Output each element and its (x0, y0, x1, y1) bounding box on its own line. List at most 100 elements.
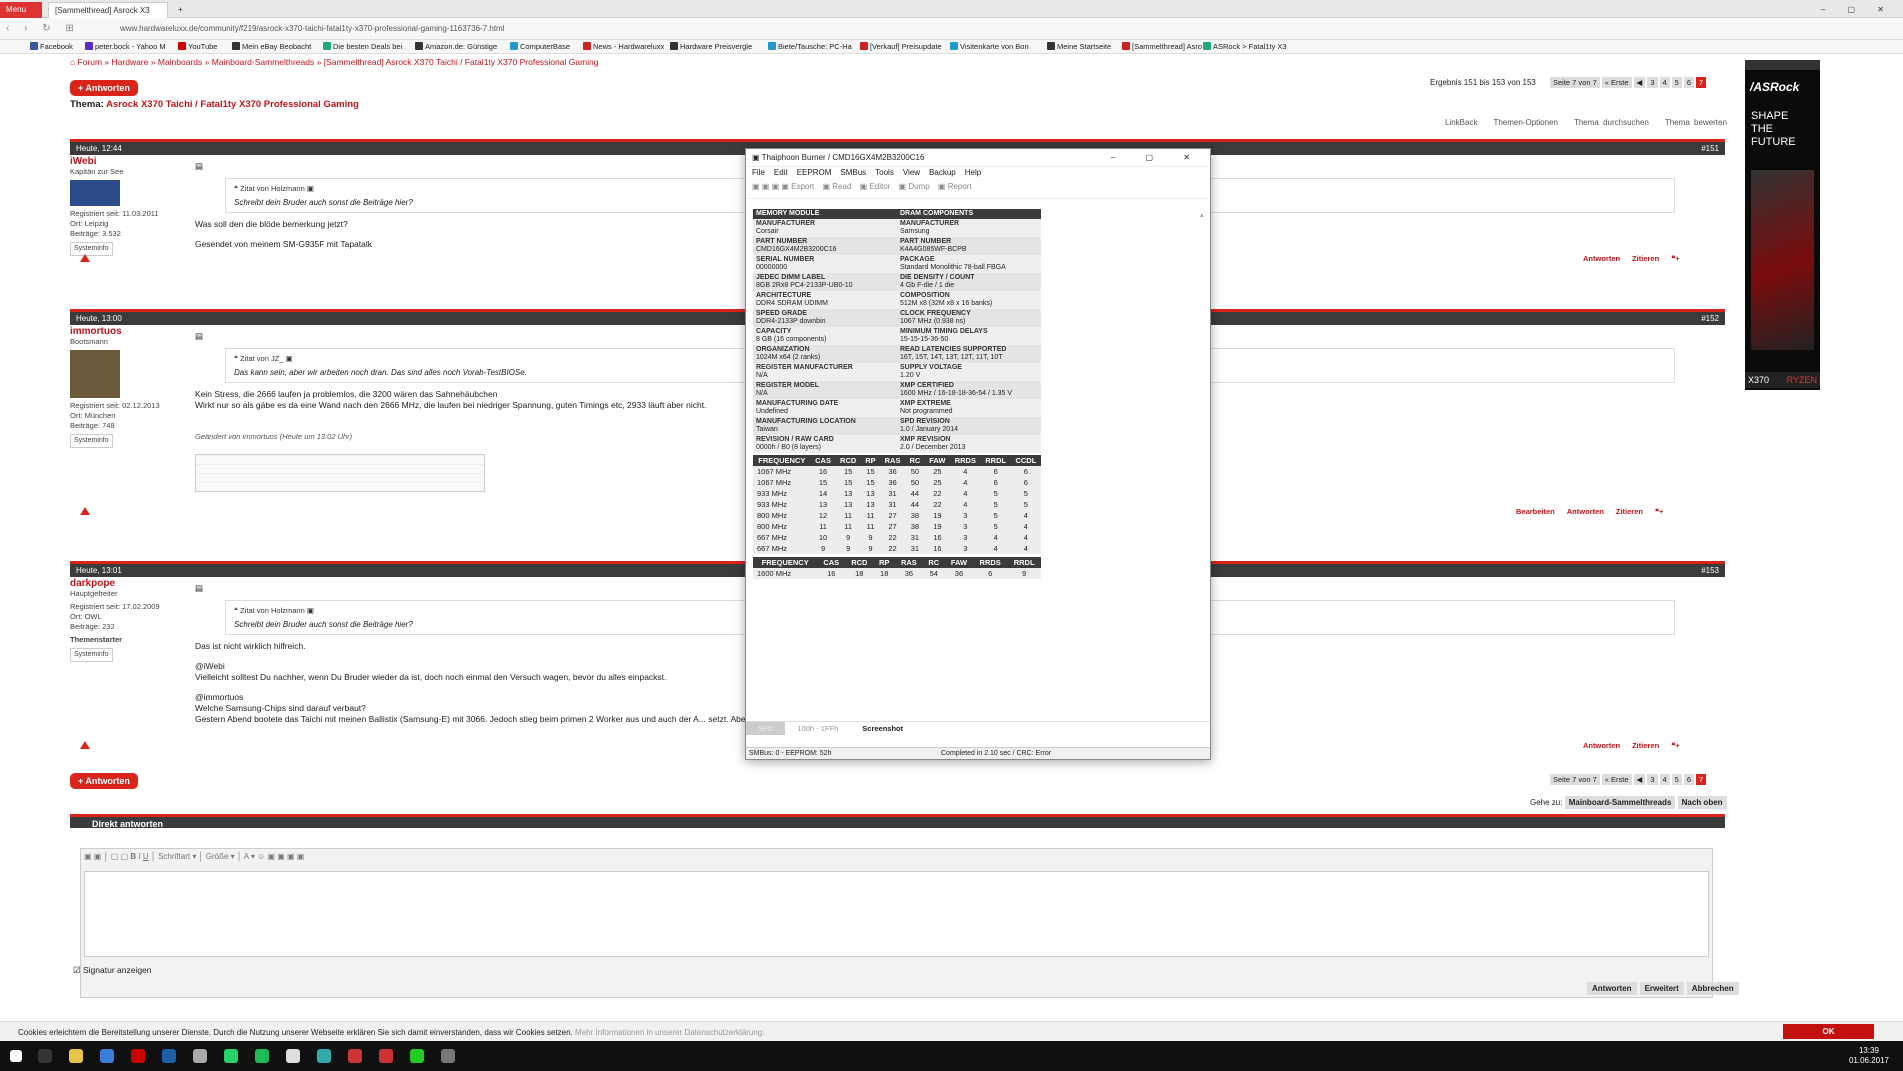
dialog-menu-item[interactable]: EEPROM (797, 168, 832, 177)
calculator-icon[interactable] (193, 1049, 207, 1063)
breadcrumb-link[interactable]: Hardware (112, 57, 149, 67)
multiquote-icon[interactable]: ❝+ (1655, 507, 1663, 516)
thread-tool[interactable]: Themen-Optionen (1493, 118, 1557, 127)
toolbar-button[interactable]: Dump (908, 182, 929, 191)
start-icon[interactable] (10, 1050, 22, 1062)
url-field[interactable]: www.hardwareluxx.de/community/f219/asroc… (120, 24, 504, 33)
form-button[interactable]: Abbrechen (1686, 982, 1739, 995)
username[interactable]: immortuos (70, 327, 195, 337)
systeminfo-button[interactable]: Systeminfo (70, 242, 113, 256)
view-post-icon[interactable]: ▣ (283, 354, 293, 363)
page-number[interactable]: 7 (1696, 774, 1707, 785)
bookmark-item[interactable]: Amazon.de: Günstige (415, 42, 497, 51)
bookmark-item[interactable]: Hardware Preisvergle (670, 42, 752, 51)
new-tab-button[interactable]: + (172, 2, 186, 18)
page-number[interactable]: 4 (1659, 774, 1670, 785)
home-icon[interactable]: ⌂ (70, 57, 78, 67)
reply-button-top[interactable]: + Antworten (70, 80, 138, 96)
whatsapp-icon[interactable] (224, 1049, 238, 1063)
size-select[interactable]: Größe (206, 852, 229, 861)
multiquote-icon[interactable]: ❝+ (1671, 254, 1679, 263)
opera-icon[interactable] (131, 1049, 145, 1063)
avatar[interactable] (70, 180, 120, 206)
dialog-window-controls[interactable]: – ▢ ✕ (1111, 153, 1204, 162)
dialog-menu-item[interactable]: Tools (875, 168, 894, 177)
thread-tool[interactable]: LinkBack (1445, 118, 1477, 127)
active-tab[interactable]: [Sammelthread] Asrock X3 (48, 2, 168, 18)
systeminfo-button[interactable]: Systeminfo (70, 434, 113, 448)
bookmark-item[interactable]: Mein eBay Beobacht (232, 42, 311, 51)
breadcrumb-link[interactable]: Mainboards (158, 57, 202, 67)
bookmark-item[interactable]: Meine Startseite (1047, 42, 1111, 51)
window-controls[interactable]: – ▢ ✕ (1810, 2, 1900, 18)
dialog-tab[interactable]: Screenshot (850, 722, 915, 735)
dialog-menu-item[interactable]: Edit (774, 168, 788, 177)
first-page-link[interactable]: « Erste (1601, 77, 1632, 88)
form-button[interactable]: Antworten (1587, 982, 1637, 995)
dialog-menu-item[interactable]: File (752, 168, 765, 177)
open-icon[interactable]: ▣ ▣ ▣ (752, 182, 781, 191)
prev-page-icon[interactable]: ◀ (1633, 77, 1646, 88)
post-number[interactable]: #152 (1701, 314, 1719, 323)
dialog-menu-item[interactable]: View (903, 168, 920, 177)
toolbar-button[interactable]: Export (791, 182, 814, 191)
dialog-tab[interactable]: 100h - 1FFh (785, 722, 850, 735)
spotify-icon[interactable] (255, 1049, 269, 1063)
opera-menu-button[interactable]: Menu (0, 2, 42, 18)
dialog-menu-item[interactable]: Backup (929, 168, 956, 177)
page-label[interactable]: Seite 7 von 7 (1550, 77, 1600, 88)
dialog-menu-item[interactable]: SMBus (840, 168, 866, 177)
page-number[interactable]: 6 (1683, 774, 1695, 785)
username[interactable]: darkpope (70, 579, 195, 589)
prev-page-icon[interactable]: ◀ (1633, 774, 1646, 785)
page-number[interactable]: 3 (1647, 77, 1658, 88)
post-quote-button[interactable]: Zitieren (1632, 741, 1659, 750)
avatar[interactable] (70, 350, 120, 398)
thread-tool[interactable]: Thema durchsuchen (1574, 118, 1649, 127)
toolbar-button[interactable]: Editor (869, 182, 890, 191)
dialog-titlebar[interactable]: ▣ Thaiphoon Burner / CMD16GX4M2B3200C16 –… (746, 149, 1210, 167)
breadcrumb-link[interactable]: [Sammelthread] Asrock X370 Taichi / Fata… (324, 57, 599, 67)
thread-tools[interactable]: LinkBack Themen-Optionen Thema durchsuchen… (1445, 118, 1743, 127)
page-number[interactable]: 4 (1659, 77, 1670, 88)
mail-icon[interactable] (100, 1049, 114, 1063)
page-number[interactable]: 6 (1683, 77, 1695, 88)
file-explorer-icon[interactable] (69, 1049, 83, 1063)
report-post-icon[interactable] (80, 507, 90, 515)
bookmark-item[interactable]: News - Hardwareluxx (583, 42, 664, 51)
thread-tool[interactable]: Thema bewerten (1665, 118, 1727, 127)
bookmark-item[interactable]: Visitenkarte von Bon (950, 42, 1029, 51)
view-post-icon[interactable]: ▣ (305, 606, 314, 615)
systeminfo-button[interactable]: Systeminfo (70, 648, 113, 662)
post-number[interactable]: #153 (1701, 566, 1719, 575)
dialog-tab[interactable]: SPD (746, 722, 786, 735)
bookmark-item[interactable]: ASRock > Fatal1ty X3 (1203, 42, 1287, 51)
username[interactable]: iWebi (70, 157, 195, 167)
post-reply-button[interactable]: Antworten (1583, 741, 1620, 750)
dialog-menu-item[interactable]: Help (965, 168, 981, 177)
first-page-link[interactable]: « Erste (1601, 774, 1632, 785)
game-icon[interactable] (379, 1049, 393, 1063)
bookmark-item[interactable]: [Sammelthread] Asro (1122, 42, 1202, 51)
bookmark-item[interactable]: [Verkauf] Preisupdate (860, 42, 942, 51)
report-post-icon[interactable] (80, 254, 90, 262)
bookmark-item[interactable]: Facebook (30, 42, 73, 51)
report-post-icon[interactable] (80, 741, 90, 749)
post-number[interactable]: #151 (1701, 144, 1719, 153)
page-label[interactable]: Seite 7 von 7 (1550, 774, 1600, 785)
signature-checkbox[interactable]: ☑ Signatur anzeigen (73, 965, 152, 976)
cookie-link[interactable]: Mehr Informationen in unserer Datenschut… (575, 1028, 764, 1037)
page-number[interactable]: 5 (1671, 774, 1682, 785)
multiquote-icon[interactable]: ❝+ (1671, 741, 1679, 750)
font-select[interactable]: Schriftart (158, 852, 190, 861)
pager-bottom[interactable]: Seite 7 von 7 « Erste ◀ 3 4 5 6 7 (1550, 774, 1708, 785)
system-clock[interactable]: 13:39 01.06.2017 (1849, 1046, 1889, 1066)
message-textarea[interactable] (84, 871, 1709, 957)
post-reply-button[interactable]: Antworten (1567, 507, 1604, 516)
game-icon[interactable] (348, 1049, 362, 1063)
page-number[interactable]: 5 (1671, 77, 1682, 88)
ad-banner[interactable]: /ASRock SHAPE THE FUTURE X370 RYZEN (1745, 60, 1820, 390)
media-icon[interactable] (286, 1049, 300, 1063)
back-to-top-button[interactable]: Nach oben (1677, 796, 1727, 809)
reply-button-bottom[interactable]: + Antworten (70, 773, 138, 789)
